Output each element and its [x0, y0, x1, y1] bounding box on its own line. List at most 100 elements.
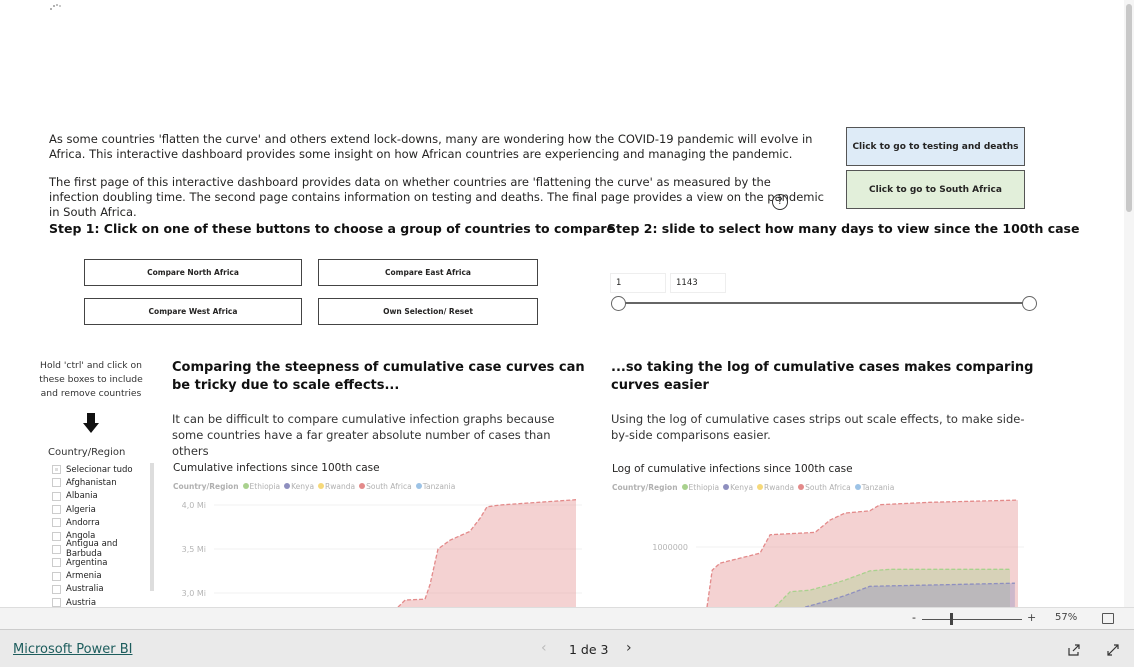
slicer-item[interactable]: Andorra	[52, 516, 156, 529]
legend-dot-icon	[359, 483, 366, 489]
checkbox[interactable]	[52, 571, 61, 581]
y-tick-label: 3,5 Mi	[182, 545, 206, 554]
zoom-out-button[interactable]: -	[912, 611, 916, 624]
legend-dot-icon	[318, 483, 325, 489]
page-indicator: 1 de 3	[569, 642, 609, 657]
legend-dot-icon	[757, 484, 764, 490]
legend-dot-icon	[854, 484, 861, 490]
slicer-item-label: Australia	[66, 584, 104, 595]
slicer-item[interactable]: Algeria	[52, 503, 156, 516]
zoom-slider[interactable]	[922, 619, 1022, 620]
slicer-item-label: Afghanistan	[66, 477, 117, 488]
checkbox[interactable]	[52, 531, 61, 541]
go-to-south-africa-button[interactable]: Click to go to South Africa	[846, 170, 1025, 209]
left-heading: Comparing the steepness of cumulative ca…	[172, 360, 585, 393]
slicer-item[interactable]: Afghanistan	[52, 476, 156, 489]
compare-east-africa-button[interactable]: Compare East Africa	[318, 259, 538, 286]
fullscreen-icon[interactable]	[1106, 643, 1120, 657]
legend-item[interactable]: Ethiopia	[681, 483, 719, 492]
previous-page-icon[interactable]: ‹	[541, 640, 547, 656]
share-icon[interactable]	[1067, 643, 1081, 657]
zoom-in-button[interactable]: +	[1027, 611, 1036, 624]
checkbox[interactable]	[52, 491, 61, 501]
y-tick-label: 3,0 Mi	[182, 589, 206, 598]
checkbox[interactable]	[52, 465, 61, 475]
checkbox[interactable]	[52, 544, 61, 554]
checkbox[interactable]	[52, 598, 61, 607]
checkbox[interactable]	[52, 584, 61, 594]
legend-dot-icon	[798, 484, 805, 490]
loading-spinner-icon	[50, 4, 61, 10]
slider-max-input[interactable]: 1143	[670, 273, 726, 293]
legend-item[interactable]: Rwanda	[318, 482, 355, 491]
chart1-legend: Country/Region Ethiopia Kenya Rwanda South A…	[173, 482, 455, 491]
slider-min-handle[interactable]	[611, 296, 626, 311]
legend-item[interactable]: South Africa	[359, 482, 412, 491]
scrollbar-thumb[interactable]	[1126, 4, 1132, 212]
legend-dot-icon	[242, 483, 249, 489]
go-to-testing-button[interactable]: Click to go to testing and deaths	[846, 127, 1025, 166]
chart2-plot[interactable]: 1000000	[600, 492, 1040, 607]
area-south-africa	[398, 499, 576, 607]
report-canvas: As some countries 'flatten the curve' an…	[0, 0, 1134, 607]
next-page-icon[interactable]: ›	[626, 640, 632, 656]
right-heading: ...so taking the log of cumulative cases…	[611, 360, 1034, 393]
zoom-level: 57%	[1055, 612, 1078, 623]
slider-min-input[interactable]: 1	[610, 273, 666, 293]
zoom-slider-thumb[interactable]	[950, 613, 953, 625]
legend-dot-icon	[723, 484, 730, 490]
arrow-down-icon	[83, 413, 99, 433]
legend-item[interactable]: Tanzania	[415, 482, 455, 491]
legend-item[interactable]: Kenya	[723, 483, 753, 492]
slicer-item-label: Andorra	[66, 517, 100, 528]
checkbox[interactable]	[52, 558, 61, 568]
checkbox[interactable]	[52, 518, 61, 528]
chart1-plot[interactable]: 4,0 Mi 3,5 Mi 3,0 Mi	[160, 492, 590, 607]
footer: Microsoft Power BI ‹ 1 de 3 ›	[0, 630, 1134, 667]
checkbox[interactable]	[52, 505, 61, 515]
page-scrollbar[interactable]	[1124, 0, 1134, 607]
slicer-item-label: Albania	[66, 491, 98, 502]
slicer-item-label: Armenia	[66, 571, 102, 582]
legend-item[interactable]: Tanzania	[854, 483, 894, 492]
slicer-item[interactable]: Austria	[52, 596, 156, 607]
legend-dot-icon	[415, 483, 422, 489]
slicer-item-label: Antigua and Barbuda	[65, 539, 118, 560]
y-tick-label: 1000000	[652, 543, 688, 552]
zoom-bar: - + 57%	[0, 607, 1134, 630]
slicer-hint: Hold 'ctrl' and click on these boxes to …	[39, 360, 143, 399]
own-selection-reset-button[interactable]: Own Selection/ Reset	[318, 298, 538, 325]
legend-item[interactable]: South Africa	[798, 483, 851, 492]
step1-title: Step 1: Click on one of these buttons to…	[49, 221, 616, 236]
legend-item[interactable]: Kenya	[284, 482, 314, 491]
right-text: Using the log of cumulative cases strips…	[611, 412, 1025, 442]
slicer-title: Country/Region	[48, 447, 126, 458]
day-range-slider-track[interactable]	[618, 302, 1030, 304]
slicer-item-label: Selecionar tudo	[66, 464, 133, 475]
intro-paragraph-1: As some countries 'flatten the curve' an…	[49, 132, 813, 161]
fit-to-page-icon[interactable]	[1102, 613, 1114, 624]
left-text: It can be difficult to compare cumulativ…	[172, 412, 555, 458]
compare-north-africa-button[interactable]: Compare North Africa	[84, 259, 302, 286]
legend-dot-icon	[284, 483, 291, 489]
intro-paragraph-2: The first page of this interactive dashb…	[49, 175, 824, 219]
power-bi-link[interactable]: Microsoft Power BI	[13, 642, 132, 657]
country-slicer[interactable]: Selecionar tudo Afghanistan Albania Algeria…	[52, 463, 156, 607]
slicer-item[interactable]: Antigua and Barbuda	[52, 539, 156, 559]
slider-max-handle[interactable]	[1022, 296, 1037, 311]
help-icon[interactable]: ?	[772, 194, 788, 210]
slicer-item[interactable]: Albania	[52, 490, 156, 503]
slicer-item[interactable]: Australia	[52, 583, 156, 596]
legend-item[interactable]: Rwanda	[757, 483, 794, 492]
chart1-title: Cumulative infections since 100th case	[173, 462, 380, 474]
checkbox[interactable]	[52, 478, 61, 488]
legend-item[interactable]: Ethiopia	[242, 482, 280, 491]
slicer-item-label: Austria	[66, 597, 97, 607]
slicer-item[interactable]: Armenia	[52, 569, 156, 582]
compare-west-africa-button[interactable]: Compare West Africa	[84, 298, 302, 325]
slicer-item[interactable]: Selecionar tudo	[52, 463, 156, 476]
slicer-scrollbar[interactable]	[150, 463, 154, 591]
slicer-item-label: Algeria	[66, 504, 96, 515]
y-tick-label: 4,0 Mi	[182, 501, 206, 510]
legend-dot-icon	[681, 484, 688, 490]
